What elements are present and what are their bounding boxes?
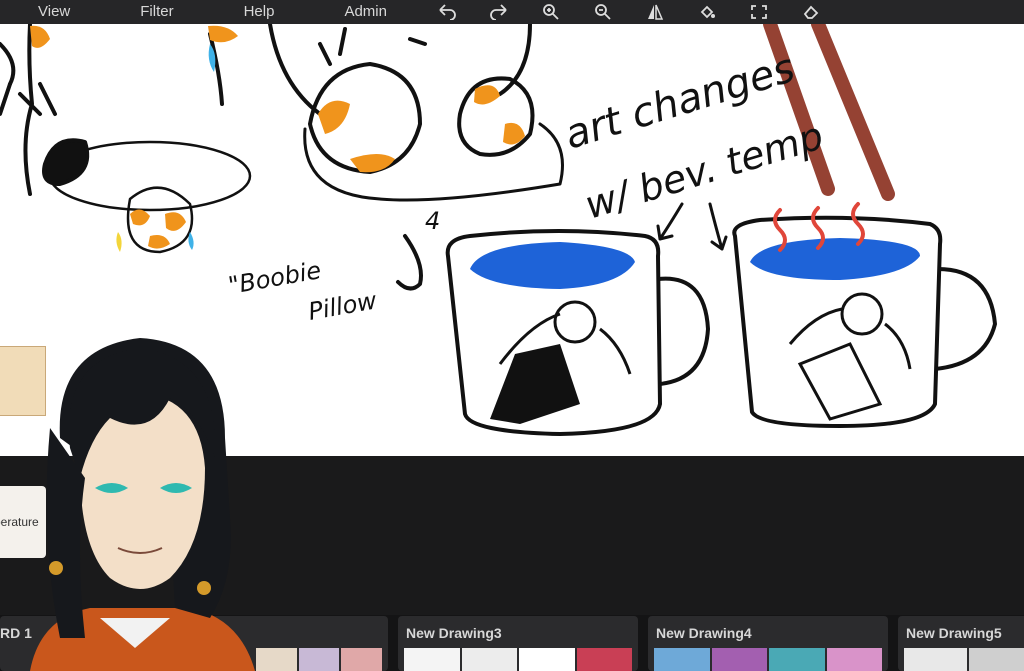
menu-help[interactable]: Help bbox=[244, 4, 275, 19]
board-thumb[interactable] bbox=[298, 648, 340, 671]
eraser-icon[interactable] bbox=[802, 4, 820, 20]
board-thumb[interactable] bbox=[519, 648, 575, 671]
flip-icon[interactable] bbox=[646, 4, 664, 20]
annotation-number: 4 bbox=[425, 207, 440, 235]
board-thumbs bbox=[904, 648, 1024, 671]
board-thumbs bbox=[404, 648, 632, 671]
menu-admin[interactable]: Admin bbox=[344, 4, 387, 19]
board-card-2[interactable]: New Drawing3 bbox=[398, 616, 638, 671]
board-thumb[interactable] bbox=[969, 648, 1024, 671]
board-thumb[interactable] bbox=[769, 648, 825, 671]
board-thumb[interactable] bbox=[654, 648, 710, 671]
board-thumb[interactable] bbox=[576, 648, 632, 671]
zoom-in-icon[interactable] bbox=[542, 4, 560, 20]
streamer-avatar bbox=[30, 338, 255, 671]
menu-view[interactable]: View bbox=[38, 4, 70, 19]
annotation-label1: "Boobie bbox=[226, 256, 323, 300]
board-title: New Drawing4 bbox=[656, 625, 752, 641]
fullscreen-icon[interactable] bbox=[750, 4, 768, 20]
board-thumbs bbox=[256, 648, 383, 671]
board-thumb[interactable] bbox=[341, 648, 383, 671]
board-thumb[interactable] bbox=[404, 648, 460, 671]
board-card-3[interactable]: New Drawing4 bbox=[648, 616, 888, 671]
board-thumb[interactable] bbox=[904, 648, 967, 671]
board-title: New Drawing3 bbox=[406, 625, 502, 641]
board-thumb[interactable] bbox=[461, 648, 517, 671]
fill-icon[interactable] bbox=[698, 4, 716, 20]
redo-icon[interactable] bbox=[490, 4, 508, 20]
menu-filter[interactable]: Filter bbox=[140, 4, 173, 19]
zoom-out-icon[interactable] bbox=[594, 4, 612, 20]
board-thumb[interactable] bbox=[711, 648, 767, 671]
undo-icon[interactable] bbox=[438, 4, 456, 20]
board-thumbs bbox=[654, 648, 882, 671]
board-card-4[interactable]: New Drawing5 bbox=[898, 616, 1024, 671]
menu-bar: View Filter Help Admin bbox=[0, 0, 1024, 24]
board-thumb[interactable] bbox=[826, 648, 882, 671]
annotation-label2: Pillow bbox=[306, 286, 379, 326]
board-title: New Drawing5 bbox=[906, 625, 1002, 641]
